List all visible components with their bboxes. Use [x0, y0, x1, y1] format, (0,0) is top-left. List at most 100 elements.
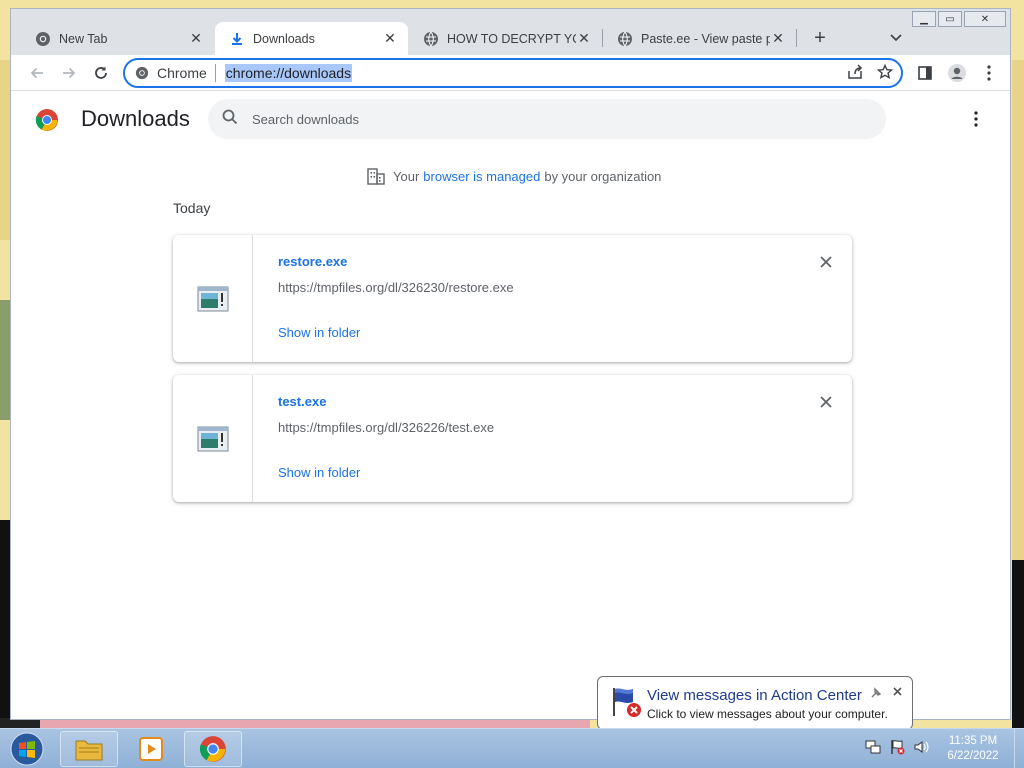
system-tray: [865, 739, 929, 760]
avatar-icon: [948, 64, 966, 82]
maximize-button[interactable]: ▭: [938, 11, 962, 27]
search-icon: [222, 109, 238, 130]
window-controls: ▁ ▭ ✕: [912, 11, 1006, 27]
chrome-icon: [135, 66, 149, 80]
more-vert-icon: [974, 111, 978, 127]
exe-file-icon: [197, 426, 228, 451]
clock-time: 11:35 PM: [948, 735, 998, 747]
taskbar-clock[interactable]: 11:35 PM 6/22/2022: [938, 734, 1008, 764]
omnibox[interactable]: Chrome chrome://downloads: [123, 58, 903, 88]
downloads-more-button[interactable]: [964, 107, 988, 131]
show-in-folder-link[interactable]: Show in folder: [278, 465, 360, 480]
side-panel-button[interactable]: [913, 61, 937, 85]
clock-date: 6/22/2022: [947, 750, 999, 762]
chrome-window: New Tab ✕ Downloads ✕ HOW TO DECRYPT YOU…: [10, 8, 1011, 720]
tab-downloads[interactable]: Downloads ✕: [215, 22, 408, 55]
reload-button[interactable]: [89, 61, 113, 85]
notification-message: Click to view messages about your comput…: [647, 707, 888, 721]
exe-file-icon: [197, 286, 228, 311]
chrome-icon: [35, 31, 51, 47]
remove-download-button[interactable]: [816, 392, 836, 412]
arrow-left-icon: [30, 67, 43, 79]
close-icon: [892, 686, 902, 696]
reload-icon: [95, 66, 107, 79]
globe-icon: [423, 31, 439, 47]
minimize-button[interactable]: ▁: [912, 11, 936, 27]
chrome-menu-button[interactable]: [977, 61, 1001, 85]
side-panel-icon: [918, 66, 932, 80]
chevron-down-icon: [890, 34, 902, 42]
tab-how-to-decrypt[interactable]: HOW TO DECRYPT YOUR ✕: [409, 22, 602, 55]
file-name-link[interactable]: restore.exe: [278, 254, 347, 269]
show-in-folder-link[interactable]: Show in folder: [278, 325, 360, 340]
file-source-url[interactable]: https://tmpfiles.org/dl/326226/test.exe: [278, 420, 494, 435]
pin-icon[interactable]: [870, 686, 882, 698]
file-icon-column: [173, 235, 253, 362]
site-chip[interactable]: Chrome: [135, 64, 216, 82]
globe-icon: [617, 31, 633, 47]
bookmark-star-icon[interactable]: [876, 63, 894, 85]
close-icon[interactable]: ✕: [382, 30, 398, 47]
close-window-button[interactable]: ✕: [964, 11, 1006, 27]
action-center-flag-icon: [610, 686, 642, 718]
downloads-page: Downloads Your browser is managed by you…: [11, 91, 1010, 719]
action-center-icon[interactable]: [889, 739, 905, 760]
url-text[interactable]: chrome://downloads: [224, 64, 353, 82]
action-center-notification[interactable]: View messages in Action Center Click to …: [597, 676, 913, 737]
close-icon[interactable]: ✕: [576, 30, 592, 47]
close-icon: [820, 256, 832, 268]
site-chip-label: Chrome: [157, 65, 207, 81]
taskbar-explorer[interactable]: [60, 731, 118, 767]
tab-title: HOW TO DECRYPT YOUR: [447, 31, 576, 46]
arrow-right-icon: [63, 67, 76, 79]
windows-orb-icon: [10, 732, 44, 766]
new-tab-button[interactable]: +: [808, 26, 832, 50]
notification-title[interactable]: View messages in Action Center: [647, 687, 862, 704]
media-player-icon: [139, 737, 163, 761]
share-icon[interactable]: [847, 64, 863, 85]
forward-button[interactable]: [57, 61, 81, 85]
chrome-logo-icon: [35, 108, 59, 132]
profile-button[interactable]: [945, 61, 969, 85]
file-name-link[interactable]: test.exe: [278, 394, 326, 409]
tab-title: Downloads: [253, 31, 315, 46]
close-icon[interactable]: ✕: [188, 30, 204, 47]
date-group-label: Today: [173, 200, 211, 216]
file-source-url[interactable]: https://tmpfiles.org/dl/326230/restore.e…: [278, 280, 514, 295]
search-input[interactable]: [252, 111, 812, 127]
remove-download-button[interactable]: [816, 252, 836, 272]
start-button[interactable]: [4, 731, 50, 767]
taskbar-chrome[interactable]: [184, 731, 242, 767]
tab-separator: [796, 29, 797, 47]
close-icon[interactable]: ✕: [770, 30, 786, 47]
tab-title: Paste.ee - View paste pl: [641, 31, 770, 46]
download-icon: [229, 31, 245, 47]
download-item: test.exe https://tmpfiles.org/dl/326226/…: [173, 375, 852, 502]
close-notification-button[interactable]: [890, 684, 904, 698]
building-icon: [367, 167, 385, 185]
close-icon: [820, 396, 832, 408]
browser-toolbar: Chrome chrome://downloads: [11, 55, 1010, 91]
network-icon[interactable]: [865, 739, 881, 760]
download-item: restore.exe https://tmpfiles.org/dl/3262…: [173, 235, 852, 362]
file-icon-column: [173, 375, 253, 502]
show-desktop-button[interactable]: [1014, 729, 1024, 768]
tab-paste-ee[interactable]: Paste.ee - View paste pl ✕: [603, 22, 796, 55]
more-vert-icon: [987, 65, 991, 81]
back-button[interactable]: [25, 61, 49, 85]
folder-icon: [75, 740, 103, 761]
tab-search-button[interactable]: [884, 26, 908, 50]
chrome-icon: [199, 736, 226, 762]
page-title: Downloads: [81, 106, 190, 131]
managed-suffix: by your organization: [544, 168, 662, 184]
search-bar[interactable]: [208, 99, 886, 139]
taskbar-media-player[interactable]: [122, 731, 180, 767]
managed-link[interactable]: browser is managed: [423, 169, 540, 184]
volume-icon[interactable]: [913, 739, 929, 760]
omnibox-actions: [847, 63, 894, 85]
tab-strip: New Tab ✕ Downloads ✕ HOW TO DECRYPT YOU…: [11, 9, 1010, 55]
taskbar: 11:35 PM 6/22/2022: [0, 728, 1024, 768]
managed-notice: Your browser is managed by your organiza…: [367, 167, 661, 185]
managed-prefix: Your: [393, 168, 420, 184]
tab-new-tab[interactable]: New Tab ✕: [21, 22, 214, 55]
